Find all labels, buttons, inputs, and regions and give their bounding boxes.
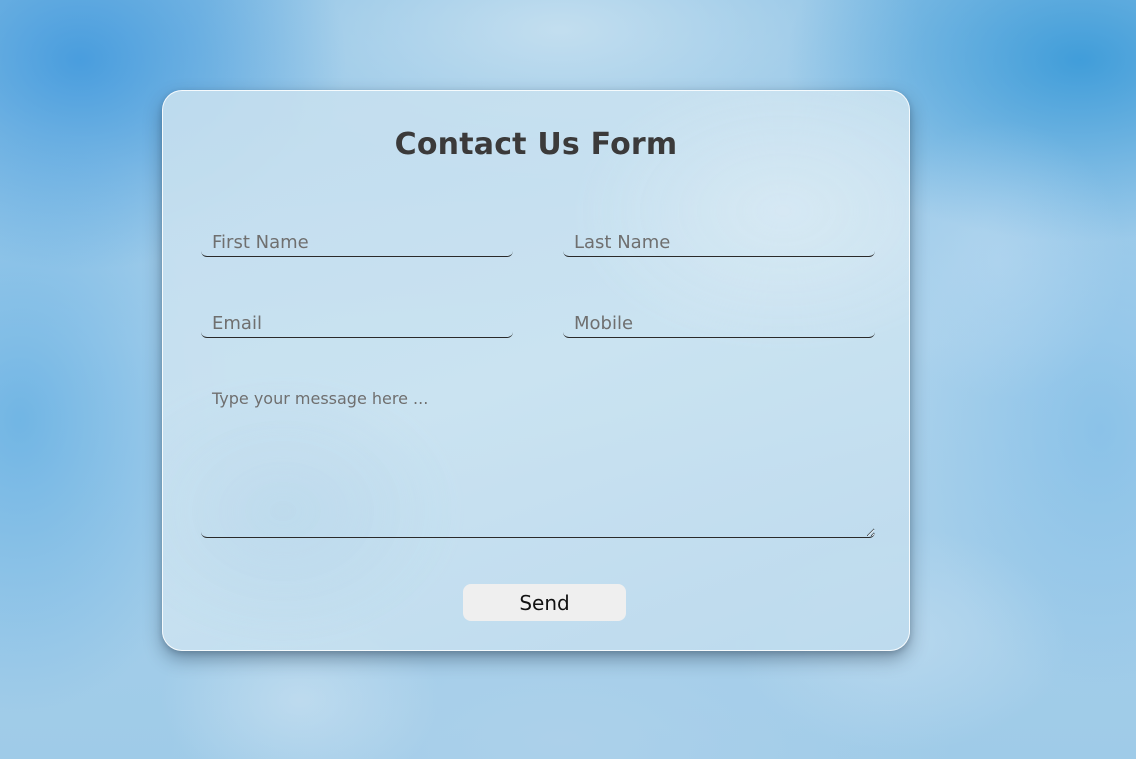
- message-textarea[interactable]: [201, 385, 875, 538]
- contact-form-card: Contact Us Form Send: [162, 90, 910, 651]
- email-input[interactable]: [201, 310, 513, 338]
- form-title: Contact Us Form: [394, 127, 678, 162]
- mobile-input[interactable]: [563, 310, 875, 338]
- first-name-input[interactable]: [201, 229, 513, 257]
- last-name-input[interactable]: [563, 229, 875, 257]
- send-button[interactable]: Send: [463, 584, 626, 621]
